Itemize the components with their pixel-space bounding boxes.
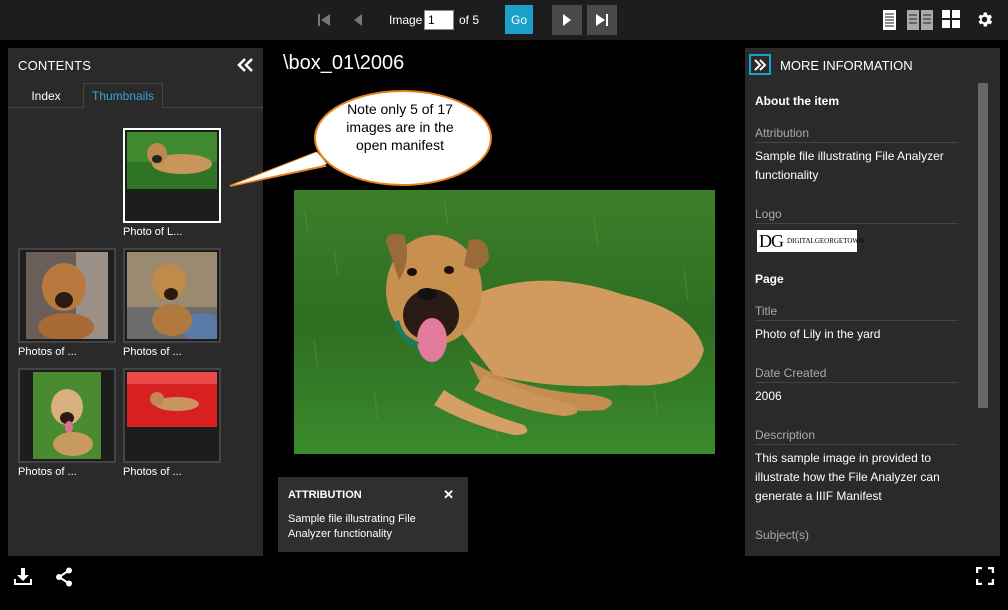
thumbnail-image [127, 372, 217, 427]
collapse-left-icon[interactable] [235, 56, 255, 74]
about-item-heading: About the item [755, 94, 839, 108]
share-icon[interactable] [55, 567, 73, 587]
double-chevron-right-icon [754, 58, 767, 71]
description-label: Description [755, 428, 958, 445]
tab-thumbnails[interactable]: Thumbnails [83, 83, 163, 109]
scrollbar-thumb[interactable] [978, 83, 988, 408]
description-value: This sample image in provided to illustr… [755, 451, 940, 503]
first-page-icon[interactable] [309, 5, 339, 35]
expand-panel-button[interactable] [749, 54, 771, 75]
subjects-label: Subject(s) [755, 528, 810, 542]
thumbnail-image [33, 372, 101, 459]
attribution-label: Attribution [755, 126, 958, 143]
date-created-value: 2006 [755, 389, 782, 403]
page-breadcrumb: \box_01\2006 [283, 52, 405, 74]
title-value: Photo of Lily in the yard [755, 327, 881, 341]
main-image-viewer[interactable] [294, 190, 715, 454]
logo-label: Logo [755, 207, 958, 224]
more-information-panel: MORE INFORMATION About the item Attribut… [745, 48, 1000, 556]
settings-gear-icon[interactable] [975, 10, 994, 29]
thumbnail-label: Photo of L... [123, 226, 183, 238]
image-label: Image [389, 13, 423, 27]
more-info-title: MORE INFORMATION [780, 58, 913, 73]
attribution-popup: ATTRIBUTION ✕ Sample file illustrating F… [278, 477, 468, 552]
thumbnail-item[interactable]: Photos of ... [123, 248, 221, 358]
thumbnail-label: Photos of ... [18, 466, 77, 478]
page-number-input[interactable] [424, 10, 454, 30]
thumbnail-frame [18, 368, 116, 463]
dog-photo-image [294, 190, 715, 454]
gallery-view-icon[interactable] [942, 10, 960, 28]
thumbnail-image [127, 132, 217, 189]
one-up-view-icon[interactable] [883, 10, 896, 30]
attribution-value: Sample file illustrating File Analyzer f… [755, 149, 944, 182]
thumbnail-label: Photos of ... [18, 346, 77, 358]
thumbnail-frame [123, 368, 221, 463]
close-icon[interactable]: ✕ [443, 487, 454, 503]
two-up-view-icon[interactable] [907, 10, 933, 30]
next-page-button[interactable] [552, 5, 582, 35]
tab-index[interactable]: Index [18, 83, 74, 108]
attribution-text: Sample file illustrating File Analyzer f… [288, 513, 416, 540]
download-icon[interactable] [13, 567, 33, 587]
thumbnail-frame [18, 248, 116, 343]
fullscreen-icon[interactable] [976, 567, 994, 585]
thumbnail-image [26, 252, 108, 339]
digital-georgetown-logo[interactable]: DG DIGITALGEORGETOWN [757, 230, 864, 252]
attribution-title: ATTRIBUTION [288, 489, 362, 501]
thumbnail-frame [123, 248, 221, 343]
thumbnail-image [127, 252, 217, 339]
thumbnail-item[interactable]: Photo of L... [123, 128, 221, 238]
date-created-label: Date Created [755, 366, 958, 383]
page-heading: Page [755, 272, 784, 286]
thumbnail-item[interactable]: Photos of ... [123, 368, 221, 478]
thumbnail-label: Photos of ... [123, 346, 182, 358]
thumbnail-item[interactable]: Photos of ... [18, 368, 116, 478]
last-page-icon [596, 14, 608, 26]
thumbnail-frame [123, 128, 221, 223]
previous-page-icon[interactable] [343, 5, 373, 35]
title-label: Title [755, 304, 958, 321]
last-page-button[interactable] [587, 5, 617, 35]
thumbnail-item[interactable]: Photos of ... [18, 248, 116, 358]
go-button[interactable]: Go [505, 5, 533, 34]
callout-text: Note only 5 of 17 images are in the open… [346, 101, 454, 153]
thumbnail-label: Photos of ... [123, 466, 182, 478]
next-page-icon [563, 14, 571, 26]
contents-title: CONTENTS [18, 58, 92, 73]
top-toolbar: Image of 5 Go [0, 0, 1008, 40]
page-count-label: of 5 [459, 13, 480, 27]
